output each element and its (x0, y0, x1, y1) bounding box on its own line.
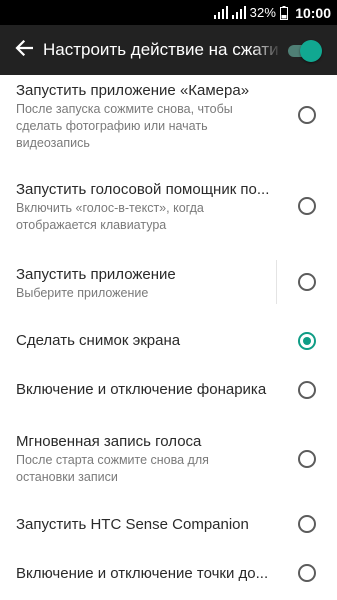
radio-button[interactable] (298, 515, 316, 533)
option-title: Запустить голосовой помощник по... (16, 181, 270, 198)
status-bar: 32% 10:00 (0, 0, 337, 25)
status-time: 10:00 (295, 4, 331, 21)
option-row-camera[interactable]: Запустить приложение «Камера» После запу… (0, 75, 337, 157)
option-row-sense-companion[interactable]: Запустить HTC Sense Companion (0, 508, 337, 542)
option-row-voice-assistant[interactable]: Запустить голосовой помощник по... Включ… (0, 172, 337, 242)
battery-percent: 32% (249, 5, 277, 20)
option-row-flashlight[interactable]: Включение и отключение фонарика (0, 374, 337, 408)
option-title: Сделать снимок экрана (16, 332, 181, 349)
toggle-thumb (300, 40, 322, 62)
page-title: Настроить действие на сжатие (43, 40, 279, 59)
option-row-launch-app[interactable]: Запустить приложение Выберите приложение (0, 258, 337, 306)
radio-button[interactable] (298, 106, 316, 124)
status-icons: 32% 10:00 (213, 0, 331, 25)
option-subtitle: После запуска сожмите снова, чтобы сдела… (16, 102, 233, 150)
option-row-hotspot[interactable]: Включение и отключение точки до... (0, 557, 337, 591)
option-subtitle: Включить «голос-в-текст», когда отобража… (16, 201, 204, 232)
radio-button[interactable] (298, 564, 316, 582)
battery-icon (280, 5, 289, 20)
option-title: Мгновенная запись голоса (16, 433, 202, 450)
radio-button[interactable] (298, 381, 316, 399)
option-title: Запустить приложение (16, 266, 176, 283)
option-title: Включение и отключение точки до... (16, 565, 269, 582)
master-toggle-switch[interactable] (286, 40, 322, 62)
radio-button[interactable] (298, 197, 316, 215)
option-subtitle: После старта сожмите снова для остановки… (16, 453, 209, 484)
signal-icon-secondary (231, 6, 246, 19)
option-title: Запустить приложение «Камера» (16, 82, 250, 99)
option-row-voice-record[interactable]: Мгновенная запись голоса После старта со… (0, 428, 337, 490)
option-title: Включение и отключение фонарика (16, 381, 267, 398)
radio-button-selected[interactable] (298, 332, 316, 350)
arrow-left-icon (15, 39, 34, 61)
radio-button[interactable] (298, 450, 316, 468)
row-divider (276, 260, 277, 304)
signal-icon (213, 6, 228, 19)
back-button[interactable] (6, 32, 42, 68)
option-subtitle: Выберите приложение (16, 286, 149, 300)
app-bar: Настроить действие на сжатие (0, 25, 337, 75)
option-row-screenshot[interactable]: Сделать снимок экрана (0, 325, 337, 359)
title-fade (252, 35, 282, 65)
radio-button[interactable] (298, 273, 316, 291)
option-title: Запустить HTC Sense Companion (16, 516, 249, 533)
